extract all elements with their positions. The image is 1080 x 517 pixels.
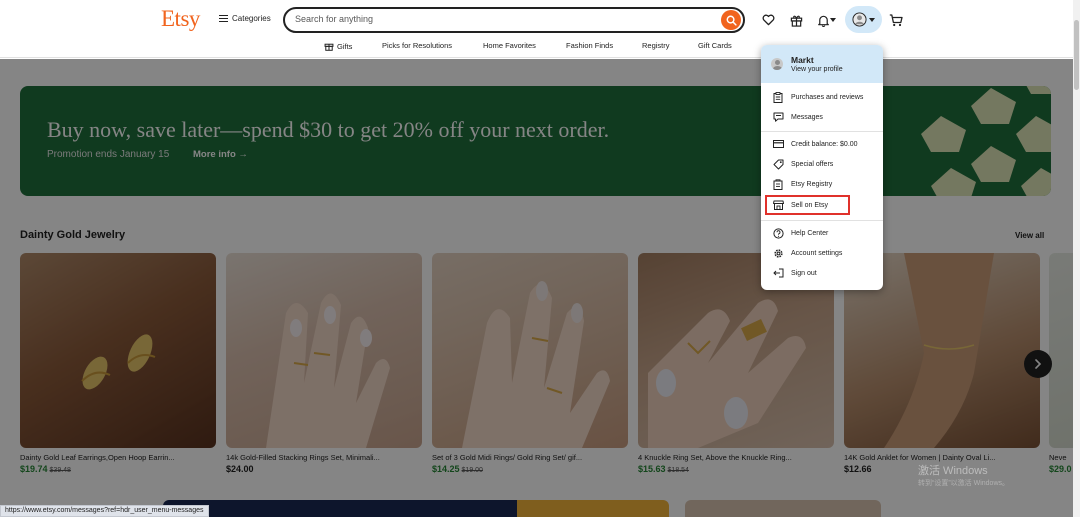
highlight-box: [765, 195, 850, 215]
heart-icon: [762, 14, 774, 26]
modal-overlay[interactable]: [0, 59, 1080, 517]
menu-help-center[interactable]: Help Center: [761, 224, 883, 242]
avatar-icon: [852, 12, 867, 27]
menu-credit-balance[interactable]: Credit balance: $0.00: [761, 135, 883, 153]
bell-icon: [817, 15, 829, 27]
menu-divider: [761, 131, 883, 132]
nav-picks-for-resolutions[interactable]: Picks for Resolutions: [382, 41, 452, 50]
site-header: Etsy Categories Gifts Picks for Resoluti…: [0, 0, 1080, 58]
search-button[interactable]: [721, 10, 741, 30]
page-scrollbar[interactable]: [1073, 0, 1080, 517]
menu-icon: [219, 15, 228, 22]
settings-icon: [772, 247, 784, 259]
account-button[interactable]: [845, 6, 882, 33]
categories-label: Categories: [232, 14, 271, 23]
windows-activation-hint: 转到“设置”以激活 Windows。: [918, 480, 1010, 487]
profile-link[interactable]: Markt View your profile: [761, 45, 883, 83]
nav-gifts[interactable]: Gifts: [324, 41, 352, 51]
menu-label: Credit balance: $0.00: [791, 140, 858, 148]
menu-label: Etsy Registry: [791, 180, 833, 188]
windows-activation-watermark: 激活 Windows: [918, 465, 988, 477]
credit-card-icon: [772, 138, 784, 150]
view-profile-label: View your profile: [791, 66, 843, 73]
menu-purchases-and-reviews[interactable]: Purchases and reviews: [761, 88, 883, 106]
scrollbar-thumb[interactable]: [1074, 20, 1079, 90]
menu-label: Sign out: [791, 269, 817, 277]
gift-icon: [790, 15, 802, 27]
help-icon: [772, 227, 784, 239]
menu-label: Account settings: [791, 249, 843, 257]
clipboard-icon: [772, 91, 784, 103]
search-bar: [283, 7, 745, 33]
menu-special-offers[interactable]: Special offers: [761, 155, 883, 173]
nav-home-favorites[interactable]: Home Favorites: [483, 41, 536, 50]
category-nav: Gifts Picks for Resolutions Home Favorit…: [0, 38, 1080, 54]
tag-icon: [772, 158, 784, 170]
menu-sign-out[interactable]: Sign out: [761, 264, 883, 282]
menu-messages[interactable]: Messages: [761, 108, 883, 126]
registry-icon: [772, 178, 784, 190]
search-icon: [726, 15, 737, 26]
menu-label: Purchases and reviews: [791, 93, 864, 101]
gifts-button[interactable]: [786, 10, 806, 30]
account-dropdown-menu: Markt View your profile Purchases and re…: [761, 45, 883, 290]
menu-etsy-registry[interactable]: Etsy Registry: [761, 175, 883, 193]
message-icon: [772, 111, 784, 123]
nav-gift-cards[interactable]: Gift Cards: [698, 41, 732, 50]
favorites-button[interactable]: [758, 10, 778, 30]
user-name: Markt: [791, 55, 814, 65]
menu-account-settings[interactable]: Account settings: [761, 244, 883, 262]
chevron-down-icon: [869, 17, 875, 22]
search-input[interactable]: [295, 14, 705, 24]
menu-label: Messages: [791, 113, 823, 121]
menu-label: Special offers: [791, 160, 834, 168]
menu-label: Help Center: [791, 229, 829, 237]
cart-button[interactable]: [886, 10, 906, 30]
nav-fashion-finds[interactable]: Fashion Finds: [566, 41, 613, 50]
chevron-down-icon: [829, 18, 836, 22]
menu-divider: [761, 220, 883, 221]
notifications-button[interactable]: [813, 10, 839, 30]
status-bar-url: https://www.etsy.com/messages?ref=hdr_us…: [0, 505, 209, 517]
nav-gifts-label: Gifts: [337, 41, 353, 51]
categories-button[interactable]: Categories: [219, 14, 271, 23]
cart-icon: [889, 13, 903, 26]
avatar: [771, 58, 783, 70]
etsy-logo[interactable]: Etsy: [161, 6, 200, 32]
gift-icon: [324, 43, 334, 51]
sign-out-icon: [772, 267, 784, 279]
nav-registry[interactable]: Registry: [642, 41, 670, 50]
